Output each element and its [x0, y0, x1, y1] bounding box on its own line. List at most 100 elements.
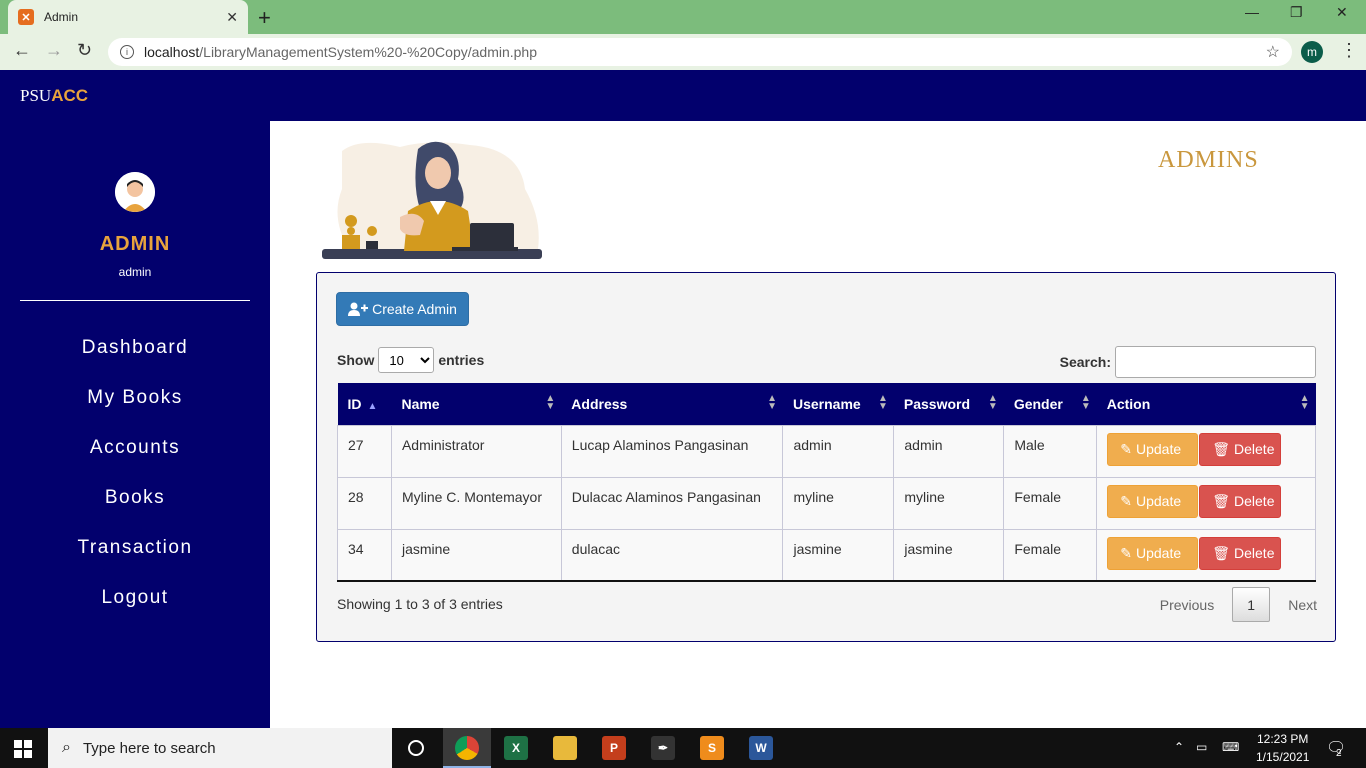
update-label: Update [1135, 493, 1182, 509]
windows-start-icon[interactable] [14, 740, 32, 758]
chrome-icon [455, 736, 479, 760]
admins-panel: Create Admin Show 10 entries Search: ID ▲… [316, 272, 1336, 642]
browser-menu-icon[interactable]: ⋮ [1340, 40, 1358, 61]
pen-app-icon[interactable]: ✒ [651, 736, 675, 760]
tray-chevron-icon[interactable]: ⌃ [1174, 740, 1184, 754]
taskbar-search[interactable]: ⌕ Type here to search [48, 728, 392, 768]
windows-taskbar: ⌕ Type here to search X P ✒ S W ⌃ ▭ ⌨ 12… [0, 728, 1366, 768]
address-bar[interactable]: i localhost/LibraryManagementSystem%20-%… [108, 38, 1292, 66]
delete-button[interactable]: 🗑 Delete [1199, 536, 1282, 570]
app-header: PSUACC [0, 70, 1366, 121]
delete-button[interactable]: 🗑 Delete [1199, 484, 1282, 518]
search-control: Search: [1060, 346, 1316, 378]
reload-icon[interactable]: ↻ [77, 40, 92, 61]
cell-name: jasmine [390, 528, 562, 582]
delete-label: Delete [1234, 441, 1275, 457]
brand-logo[interactable]: PSUACC [20, 86, 88, 106]
search-input[interactable] [1115, 346, 1316, 378]
show-label: Show [337, 352, 375, 368]
nav-dashboard[interactable]: Dashboard [0, 337, 270, 359]
task-view-icon[interactable] [408, 740, 424, 756]
nav-books[interactable]: Books [0, 487, 270, 509]
trash-icon: 🗑 [1212, 544, 1231, 561]
avatar-icon [115, 172, 155, 212]
column-header-password[interactable]: Password ▲ ▼ [893, 383, 1004, 425]
page-size-select[interactable]: 10 [378, 347, 435, 373]
edit-icon: ✎ [1120, 544, 1132, 561]
powerpoint-icon[interactable]: P [602, 736, 626, 760]
close-tab-icon[interactable]: ✕ [226, 9, 238, 26]
page-1-button[interactable]: 1 [1232, 587, 1271, 622]
user-avatar [115, 172, 155, 212]
tab-title: Admin [44, 10, 79, 24]
previous-page-button[interactable]: Previous [1160, 597, 1214, 613]
table-row: 27 Administrator Lucap Alaminos Pangasin… [337, 424, 1316, 478]
edit-icon: ✎ [1120, 492, 1132, 509]
close-window-icon[interactable]: ✕ [1336, 4, 1348, 21]
sort-asc-icon: ▲ [367, 400, 378, 412]
delete-button[interactable]: 🗑 Delete [1199, 432, 1282, 466]
column-header-action[interactable]: Action ▲ ▼ [1096, 383, 1316, 425]
update-button[interactable]: ✎ Update [1107, 432, 1199, 466]
minimize-icon[interactable]: — [1245, 4, 1259, 20]
column-name-label: Name [401, 395, 440, 412]
file-explorer-icon[interactable] [553, 736, 577, 760]
sort-icon: ▲ ▼ [545, 393, 556, 412]
cell-address: Dulacac Alaminos Pangasinan [560, 476, 784, 530]
clock-time[interactable]: 12:23 PM [1257, 732, 1308, 746]
nav-my-books[interactable]: My Books [0, 387, 270, 409]
cell-username: jasmine [782, 528, 895, 582]
trash-icon: 🗑 [1212, 440, 1231, 457]
cell-gender: Male [1003, 424, 1098, 478]
cell-username: admin [782, 424, 895, 478]
column-header-address[interactable]: Address ▲ ▼ [561, 383, 783, 425]
cell-gender: Female [1003, 476, 1098, 530]
back-icon[interactable]: ← [13, 40, 31, 61]
edit-icon: ✎ [1120, 440, 1132, 457]
browser-tabstrip: ✕ Admin ✕ + — ❐ ✕ [0, 0, 1366, 34]
bookmark-star-icon[interactable]: ☆ [1266, 42, 1280, 62]
column-password-label: Password [903, 395, 971, 412]
word-icon[interactable]: W [749, 736, 773, 760]
nav-transaction[interactable]: Transaction [0, 537, 270, 559]
column-gender-label: Gender [1013, 395, 1063, 412]
column-header-username[interactable]: Username ▲ ▼ [782, 383, 894, 425]
trash-icon: 🗑 [1212, 492, 1231, 509]
cell-id: 28 [337, 476, 392, 530]
search-label: Search: [1059, 354, 1111, 370]
column-address-label: Address [571, 395, 628, 412]
update-button[interactable]: ✎ Update [1107, 536, 1199, 570]
restore-icon[interactable]: ❐ [1290, 4, 1303, 21]
cell-gender: Female [1003, 528, 1098, 582]
update-label: Update [1135, 545, 1182, 561]
column-id-label: ID [347, 395, 362, 412]
sublime-text-icon[interactable]: S [700, 736, 724, 760]
search-icon: ⌕ [62, 739, 71, 756]
woman-at-desk-illustration [322, 141, 542, 259]
profile-avatar[interactable]: m [1301, 41, 1323, 63]
cell-id: 34 [337, 528, 392, 582]
sort-icon: ▲ ▼ [877, 393, 888, 412]
network-icon[interactable]: ▭ [1196, 740, 1207, 754]
nav-logout[interactable]: Logout [0, 587, 270, 609]
info-icon[interactable]: i [120, 45, 134, 59]
keyboard-icon[interactable]: ⌨ [1222, 740, 1239, 754]
next-page-button[interactable]: Next [1288, 597, 1317, 613]
excel-icon[interactable]: X [504, 736, 528, 760]
sidebar: ADMIN admin Dashboard My Books Accounts … [0, 121, 270, 728]
column-header-name[interactable]: Name ▲ ▼ [391, 383, 562, 425]
forward-icon[interactable]: → [45, 40, 63, 61]
nav-accounts[interactable]: Accounts [0, 437, 270, 459]
table-info: Showing 1 to 3 of 3 entries [337, 596, 503, 612]
column-username-label: Username [792, 395, 861, 412]
browser-tab[interactable]: ✕ Admin ✕ [8, 0, 248, 34]
update-button[interactable]: ✎ Update [1107, 484, 1199, 518]
create-admin-button[interactable]: Create Admin [336, 292, 469, 326]
clock-date[interactable]: 1/15/2021 [1256, 750, 1309, 764]
cell-action: ✎ Update 🗑 Delete [1096, 424, 1316, 478]
column-header-id[interactable]: ID ▲ [337, 383, 392, 425]
brand-psu: PSU [20, 86, 52, 105]
url-path: /LibraryManagementSystem%20-%20Copy/admi… [199, 44, 537, 60]
column-header-gender[interactable]: Gender ▲ ▼ [1003, 383, 1097, 425]
new-tab-icon[interactable]: + [258, 5, 271, 31]
